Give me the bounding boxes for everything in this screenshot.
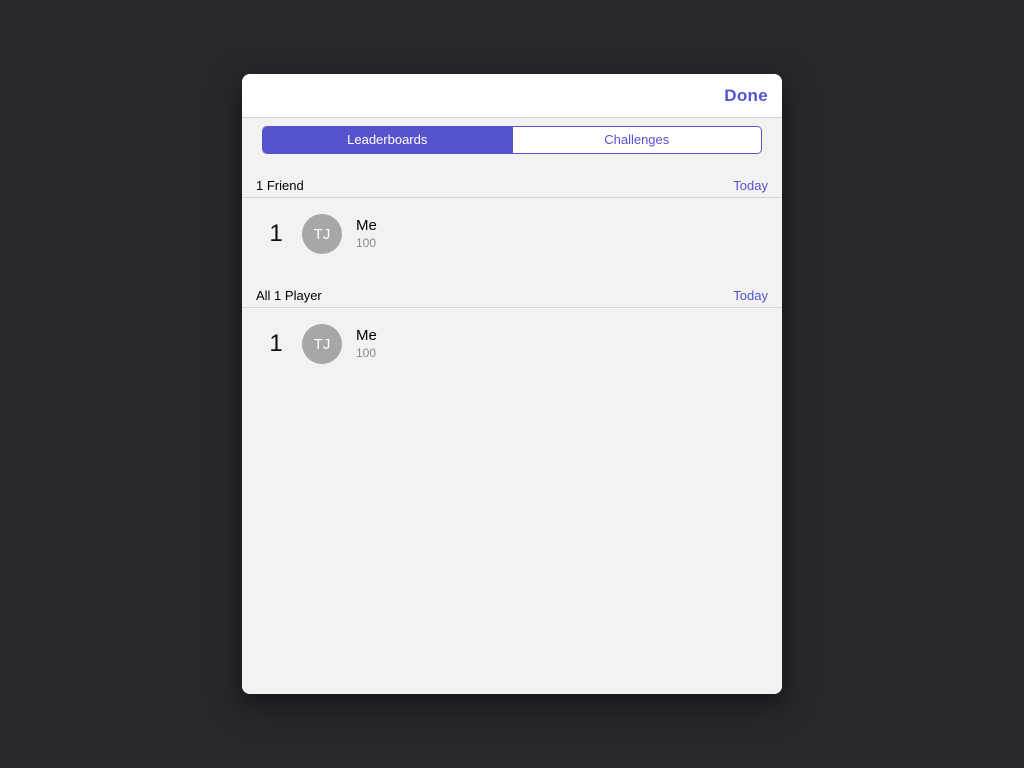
leaderboard-content: 1 Friend Today 1 TJ Me 100 All 1 Player … — [242, 164, 782, 694]
player-name: Me — [356, 218, 377, 235]
section-title: 1 Friend — [256, 178, 304, 193]
section-title: All 1 Player — [256, 288, 322, 303]
section-header-friends: 1 Friend Today — [242, 164, 782, 198]
leaderboard-row[interactable]: 1 TJ Me 100 — [242, 198, 782, 274]
rank-number: 1 — [256, 220, 296, 248]
player-score: 100 — [356, 236, 377, 250]
segmented-control: Leaderboards Challenges — [262, 126, 762, 154]
rank-number: 1 — [256, 330, 296, 358]
done-button[interactable]: Done — [724, 86, 768, 106]
tab-leaderboards[interactable]: Leaderboards — [263, 127, 512, 153]
leaderboard-row[interactable]: 1 TJ Me 100 — [242, 308, 782, 384]
section-header-all: All 1 Player Today — [242, 274, 782, 308]
player-name: Me — [356, 328, 377, 345]
game-center-sheet: Done Leaderboards Challenges 1 Friend To… — [242, 74, 782, 694]
nav-bar: Done — [242, 74, 782, 118]
player-info: Me 100 — [356, 218, 377, 250]
avatar: TJ — [302, 324, 342, 364]
avatar: TJ — [302, 214, 342, 254]
segmented-control-row: Leaderboards Challenges — [242, 118, 782, 164]
time-filter[interactable]: Today — [733, 288, 768, 303]
player-info: Me 100 — [356, 328, 377, 360]
tab-challenges[interactable]: Challenges — [512, 127, 762, 153]
player-score: 100 — [356, 346, 377, 360]
time-filter[interactable]: Today — [733, 178, 768, 193]
